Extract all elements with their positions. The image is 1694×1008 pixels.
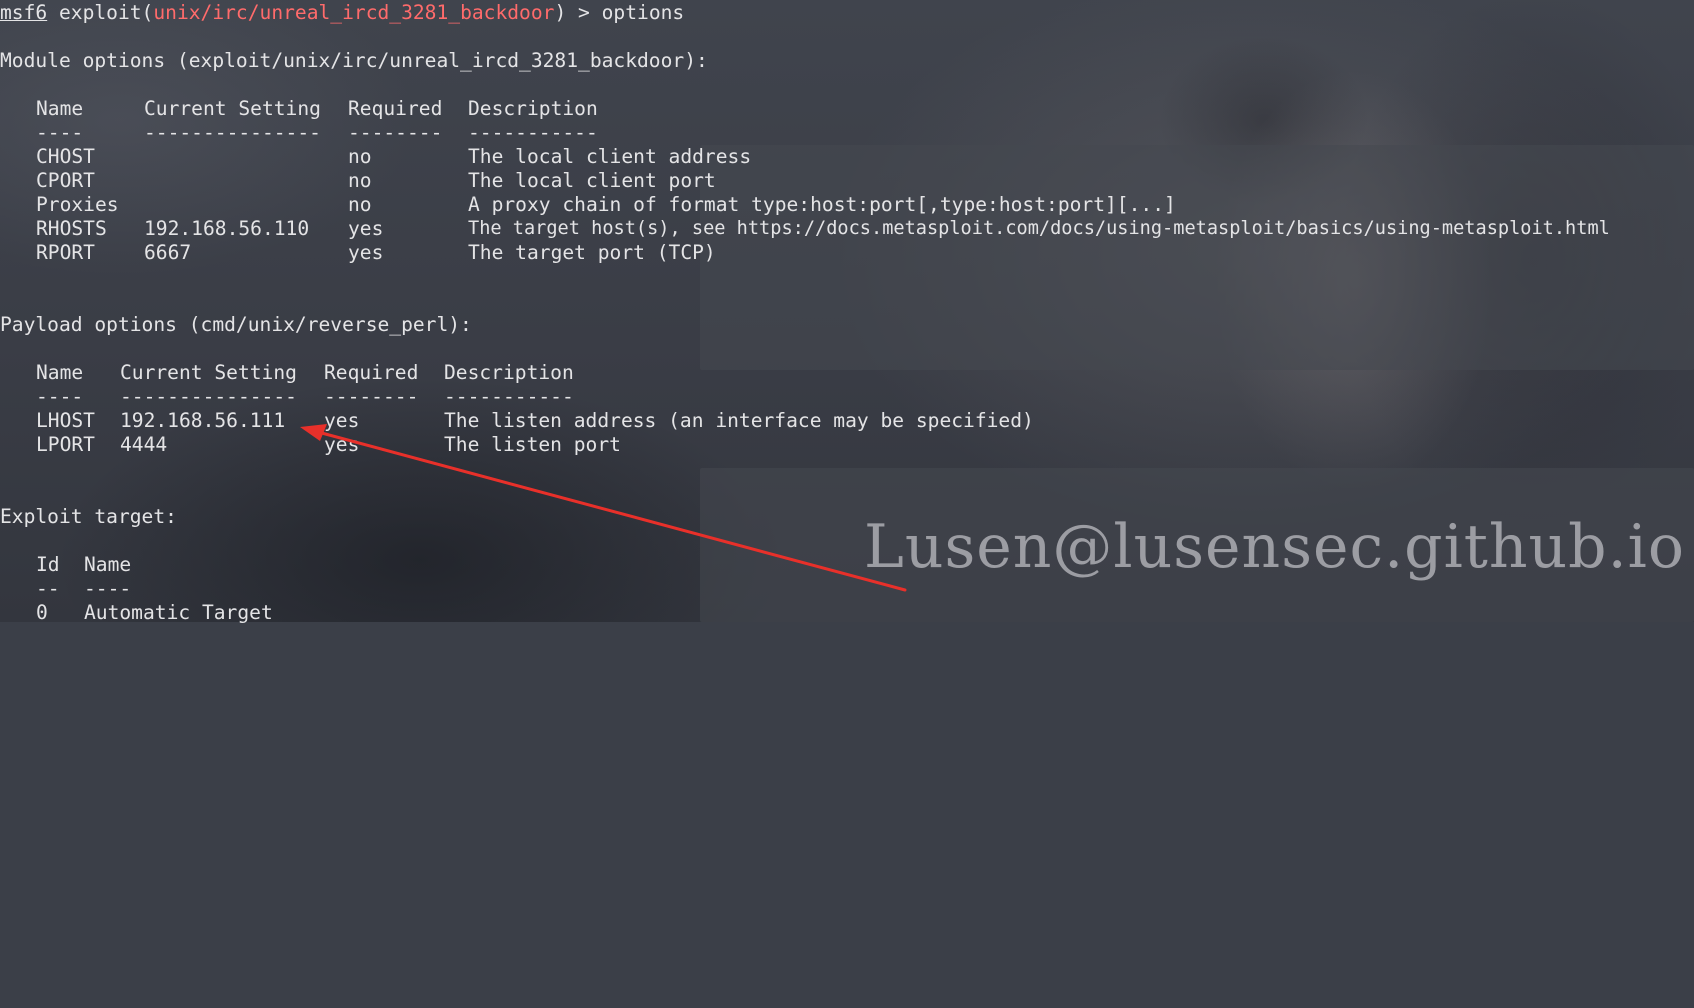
watermark: Lusen@lusensec.github.io	[864, 512, 1685, 582]
exploit-target-table: Id Name -- ---- 0 Automatic Target	[0, 553, 1694, 984]
arrow-head	[300, 424, 327, 441]
arrow-shaft	[316, 430, 907, 592]
